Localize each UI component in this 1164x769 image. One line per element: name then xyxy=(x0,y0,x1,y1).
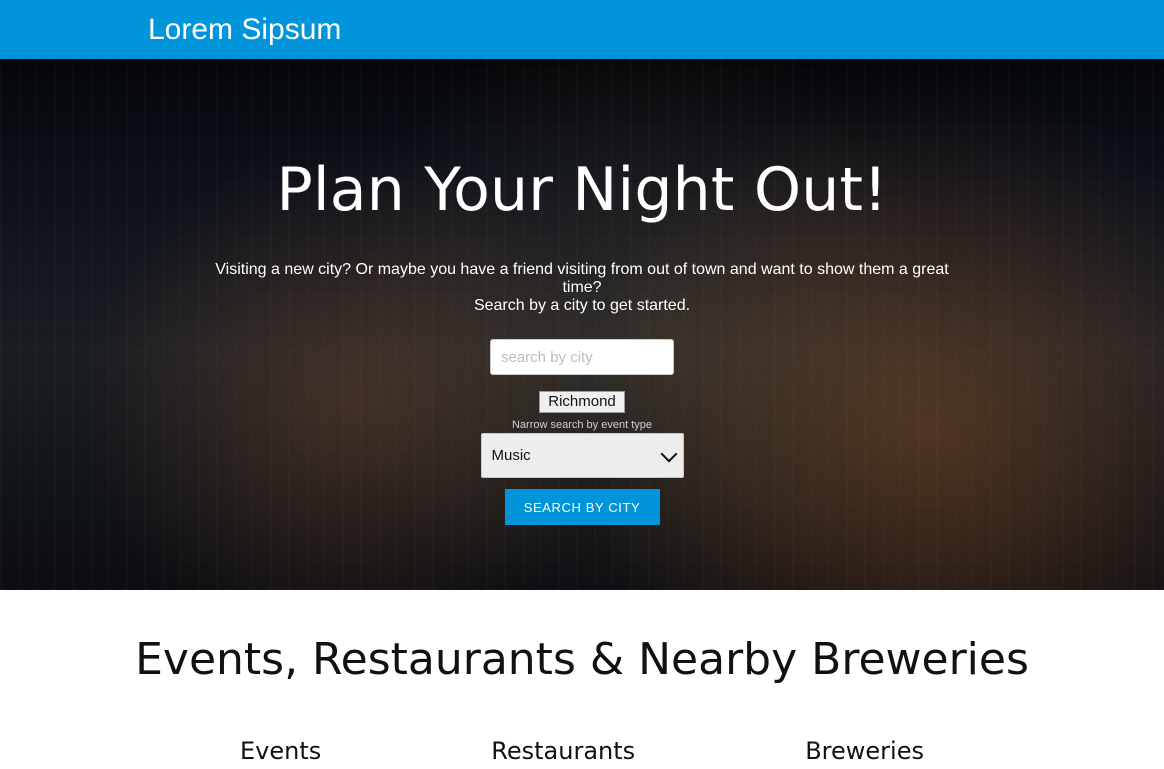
city-search-input[interactable] xyxy=(490,339,674,375)
column-breweries-title: Breweries xyxy=(805,737,924,765)
hero-subtitle-line-2: Search by a city to get started. xyxy=(473,297,691,314)
hero-title: Plan Your Night Out! xyxy=(276,155,888,225)
results-section: Events, Restaurants & Nearby Breweries E… xyxy=(0,590,1164,769)
hero-subtitle-line-1: Visiting a new city? Or maybe you have a… xyxy=(215,261,949,296)
recent-city-button[interactable]: Richmond xyxy=(539,391,625,413)
column-events-title: Events xyxy=(240,737,322,765)
hero-content: Plan Your Night Out! Visiting a new city… xyxy=(0,59,1164,590)
event-type-hint: Narrow search by event type xyxy=(511,419,652,431)
brand-logo[interactable]: Lorem Sipsum xyxy=(148,14,341,45)
results-title: Events, Restaurants & Nearby Breweries xyxy=(135,634,1029,685)
chevron-down-icon xyxy=(660,445,677,462)
results-columns: Events Restaurants Breweries xyxy=(0,737,1164,765)
column-restaurants-title: Restaurants xyxy=(491,737,636,765)
hero-section: Plan Your Night Out! Visiting a new city… xyxy=(0,59,1164,590)
event-type-select[interactable]: Music xyxy=(480,433,684,478)
event-type-selected: Music xyxy=(491,447,531,464)
search-by-city-button[interactable]: SEARCH BY CITY xyxy=(504,489,660,525)
top-navbar: Lorem Sipsum xyxy=(0,0,1164,59)
hero-subtitle: Visiting a new city? Or maybe you have a… xyxy=(202,261,962,315)
